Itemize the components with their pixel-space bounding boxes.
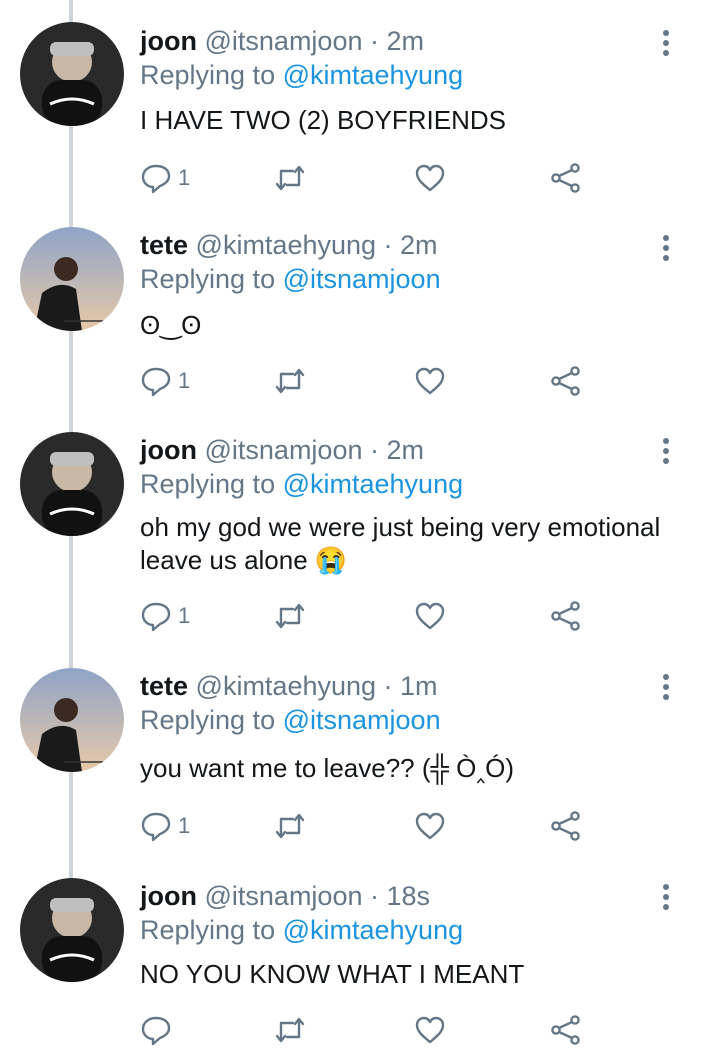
share-icon	[551, 163, 580, 193]
share-icon	[551, 811, 580, 841]
reply-icon	[141, 164, 171, 194]
like-button[interactable]	[414, 596, 446, 636]
tweet-text: oh my god we were just being very emotio…	[140, 512, 661, 575]
retweet-button[interactable]	[274, 158, 306, 198]
avatar[interactable]	[20, 22, 124, 126]
timestamp[interactable]: 1m	[400, 671, 438, 701]
reply-icon	[141, 602, 171, 632]
reply-button[interactable]: 1	[140, 596, 190, 636]
reply-count: 1	[178, 368, 191, 393]
tweet-text: I HAVE TWO (2) BOYFRIENDS	[140, 105, 506, 135]
reply-icon	[141, 1016, 171, 1046]
retweet-button[interactable]	[274, 361, 306, 401]
reply-icon	[141, 367, 171, 397]
timestamp[interactable]: 2m	[386, 435, 424, 465]
mention-link[interactable]: @itsnamjoon	[283, 705, 441, 735]
reply-count: 1	[178, 165, 191, 190]
tweet[interactable]: joon @itsnamjoon · 2m Replying to @kimta…	[0, 0, 720, 205]
timestamp[interactable]: 2m	[386, 26, 424, 56]
handle[interactable]: @itsnamjoon	[205, 881, 363, 911]
like-button[interactable]	[414, 361, 446, 401]
display-name[interactable]: joon	[140, 435, 197, 465]
heart-icon	[415, 602, 445, 630]
handle[interactable]: @itsnamjoon	[205, 435, 363, 465]
like-button[interactable]	[414, 806, 446, 846]
share-button[interactable]	[550, 806, 582, 846]
tweet[interactable]: joon @itsnamjoon · 2m Replying to @kimta…	[0, 410, 720, 648]
like-button[interactable]	[414, 1010, 446, 1050]
tweet[interactable]: joon @itsnamjoon · 18s Replying to @kimt…	[0, 858, 720, 1061]
display-name[interactable]: joon	[140, 26, 197, 56]
handle[interactable]: @itsnamjoon	[205, 26, 363, 56]
retweet-icon	[275, 1017, 305, 1043]
more-vertical-icon[interactable]	[654, 438, 678, 468]
share-icon	[551, 1015, 580, 1045]
replying-to-label: Replying to	[140, 705, 276, 735]
reply-button[interactable]: 1	[140, 806, 190, 846]
retweet-icon	[275, 368, 305, 394]
share-button[interactable]	[550, 361, 582, 401]
mention-link[interactable]: @itsnamjoon	[283, 264, 441, 294]
share-button[interactable]	[550, 596, 582, 636]
reply-count: 1	[178, 813, 191, 838]
tweet-text: NO YOU KNOW WHAT I MEANT	[140, 959, 525, 989]
handle[interactable]: @kimtaehyung	[196, 671, 377, 701]
tweet[interactable]: tete @kimtaehyung · 1m Replying to @itsn…	[0, 648, 720, 858]
more-vertical-icon[interactable]	[654, 884, 678, 914]
display-name[interactable]: joon	[140, 881, 197, 911]
separator-dot: ·	[362, 881, 387, 911]
retweet-icon	[275, 603, 305, 629]
retweet-icon	[275, 813, 305, 839]
tweet-text: you want me to leave?? (╬ Ò‸Ó)	[140, 753, 515, 783]
avatar[interactable]	[20, 432, 124, 536]
replying-to-label: Replying to	[140, 915, 276, 945]
heart-icon	[415, 812, 445, 840]
timestamp[interactable]: 18s	[386, 881, 430, 911]
reply-button[interactable]	[140, 1010, 178, 1050]
share-button[interactable]	[550, 1010, 582, 1050]
more-vertical-icon[interactable]	[654, 674, 678, 704]
more-vertical-icon[interactable]	[654, 235, 678, 265]
share-icon	[551, 366, 580, 396]
heart-icon	[415, 1016, 445, 1044]
timestamp[interactable]: 2m	[400, 230, 438, 260]
share-button[interactable]	[550, 158, 582, 198]
retweet-button[interactable]	[274, 806, 306, 846]
mention-link[interactable]: @kimtaehyung	[283, 60, 464, 90]
replying-to-label: Replying to	[140, 60, 276, 90]
handle[interactable]: @kimtaehyung	[196, 230, 377, 260]
reply-icon	[141, 812, 171, 842]
like-button[interactable]	[414, 158, 446, 198]
separator-dot: ·	[362, 26, 387, 56]
share-icon	[551, 601, 580, 631]
retweet-button[interactable]	[274, 596, 306, 636]
avatar[interactable]	[20, 227, 124, 331]
reply-count: 1	[178, 603, 191, 628]
display-name[interactable]: tete	[140, 230, 188, 260]
mention-link[interactable]: @kimtaehyung	[283, 915, 464, 945]
heart-icon	[415, 367, 445, 395]
reply-button[interactable]: 1	[140, 361, 190, 401]
replying-to-label: Replying to	[140, 264, 276, 294]
reply-button[interactable]: 1	[140, 158, 190, 198]
tweet-text: ʘ‿ʘ	[140, 310, 202, 340]
separator-dot: ·	[362, 435, 387, 465]
mention-link[interactable]: @kimtaehyung	[283, 469, 464, 499]
replying-to-label: Replying to	[140, 469, 276, 499]
heart-icon	[415, 164, 445, 192]
retweet-button[interactable]	[274, 1010, 306, 1050]
avatar[interactable]	[20, 878, 124, 982]
retweet-icon	[275, 165, 305, 191]
avatar[interactable]	[20, 668, 124, 772]
tweet[interactable]: tete @kimtaehyung · 2m Replying to @itsn…	[0, 205, 720, 410]
display-name[interactable]: tete	[140, 671, 188, 701]
separator-dot: ·	[376, 671, 401, 701]
separator-dot: ·	[376, 230, 401, 260]
more-vertical-icon[interactable]	[654, 30, 678, 60]
